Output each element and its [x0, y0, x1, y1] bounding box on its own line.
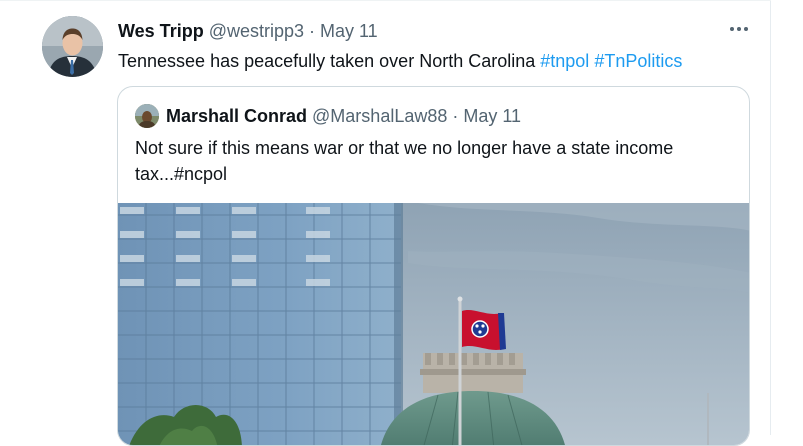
quoted-tweet-date: May 11: [463, 105, 522, 126]
tweet-text: Tennessee has peacefully taken over Nort…: [118, 49, 682, 73]
quoted-tweet[interactable]: Marshall Conrad @MarshalLaw88 · May 11 N…: [117, 86, 750, 446]
quoted-author-name: Marshall Conrad: [166, 105, 308, 126]
separator-dot: ·: [452, 105, 459, 126]
quoted-tweet-photo[interactable]: [118, 203, 749, 445]
quoted-tweet-header: Marshall Conrad @MarshalLaw88 · May 11: [166, 104, 521, 128]
tweet-header: Wes Tripp @westripp3 · May 11: [118, 19, 378, 43]
author-avatar[interactable]: [42, 16, 103, 77]
tweet-date[interactable]: May 11: [320, 21, 378, 42]
hashtag-link[interactable]: #TnPolitics: [594, 51, 682, 71]
author-handle[interactable]: @westripp3: [209, 21, 304, 42]
quoted-author-handle: @MarshalLaw88: [312, 105, 448, 126]
hashtag-link[interactable]: #tnpol: [540, 51, 589, 71]
divider: [0, 0, 771, 1]
separator-dot: ·: [309, 20, 315, 41]
more-options-button[interactable]: [726, 18, 752, 40]
more-horizontal-icon: [729, 27, 750, 31]
author-name[interactable]: Wes Tripp: [118, 21, 204, 42]
tweet[interactable]: Wes Tripp @westripp3 · May 11 Tennessee …: [0, 0, 771, 446]
quoted-tweet-text: Not sure if this means war or that we no…: [135, 138, 674, 184]
tweet-text-body: Tennessee has peacefully taken over Nort…: [118, 51, 536, 71]
quoted-author-avatar: [135, 104, 159, 128]
